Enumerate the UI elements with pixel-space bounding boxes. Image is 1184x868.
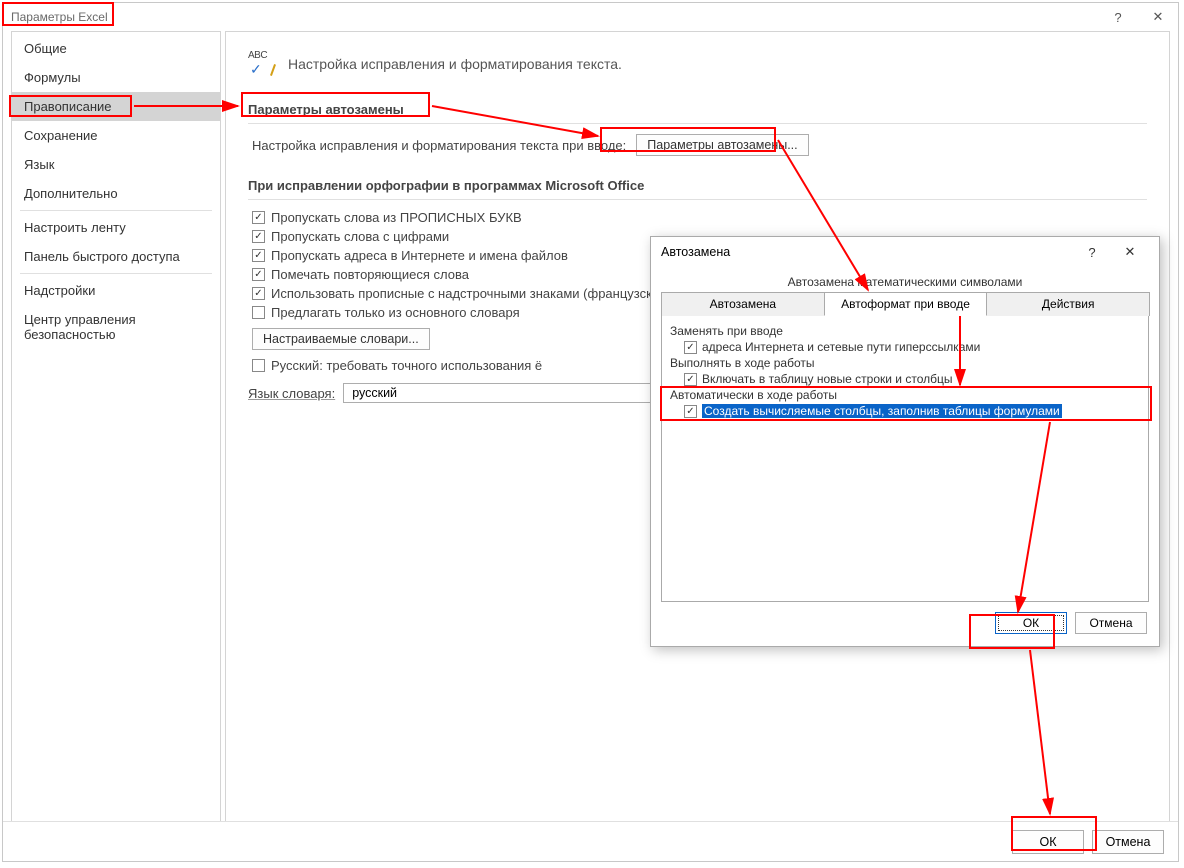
title-bar: Параметры Excel ? ✕ — [3, 3, 1178, 31]
checkbox-icon — [252, 249, 265, 262]
checkbox-icon — [252, 359, 265, 372]
autocorrect-cancel-button[interactable]: Отмена — [1075, 612, 1147, 634]
checkbox-icon — [252, 306, 265, 319]
group-apply-as-you-work: Выполнять в ходе работы — [670, 356, 1140, 370]
checkbox-icon — [684, 373, 697, 386]
checkbox-icon — [252, 268, 265, 281]
autoformat-check[interactable]: Создать вычисляемые столбцы, заполнив та… — [684, 404, 1140, 418]
tab-math-symbols[interactable]: Автозамена математическими символами — [780, 273, 1031, 291]
group-replace-on-type: Заменять при вводе — [670, 324, 1140, 338]
tab[interactable]: Автоформат при вводе — [824, 292, 988, 316]
sidebar-item[interactable]: Язык — [12, 150, 220, 179]
autocorrect-label: Настройка исправления и форматирования т… — [252, 138, 626, 153]
autocorrect-footer: ОК Отмена — [661, 602, 1149, 636]
autocorrect-dialog: Автозамена ? ✕ Автозамена математическим… — [650, 236, 1160, 647]
autocorrect-ok-button[interactable]: ОК — [995, 612, 1067, 634]
sidebar-item[interactable]: Формулы — [12, 63, 220, 92]
autocorrect-tabs: АвтозаменаАвтоформат при вводеДействия — [661, 291, 1149, 316]
tab[interactable]: Действия — [986, 292, 1150, 316]
autoformat-check[interactable]: Включать в таблицу новые строки и столбц… — [684, 372, 1140, 386]
checkbox-icon — [684, 405, 697, 418]
sidebar-item[interactable]: Настроить ленту — [12, 213, 220, 242]
custom-dictionaries-button[interactable]: Настраиваемые словари... — [252, 328, 430, 350]
checkbox-icon — [252, 230, 265, 243]
autocorrect-title: Автозамена — [661, 245, 730, 259]
spelling-check-row[interactable]: Пропускать слова из ПРОПИСНЫХ БУКВ — [252, 210, 1147, 225]
category-sidebar: ОбщиеФормулыПравописаниеСохранениеЯзыкДо… — [11, 31, 221, 823]
help-button[interactable]: ? — [1098, 3, 1138, 31]
heading-text: Настройка исправления и форматирования т… — [288, 56, 622, 72]
spellcheck-icon: ABC ✓ — [248, 50, 276, 78]
autoformat-check[interactable]: адреса Интернета и сетевые пути гиперссы… — [684, 340, 1140, 354]
close-button[interactable]: ✕ — [1138, 3, 1178, 31]
sidebar-item[interactable]: Правописание — [12, 92, 220, 121]
autocorrect-close-button[interactable]: ✕ — [1111, 237, 1149, 267]
window-title: Параметры Excel — [11, 10, 108, 24]
cancel-button[interactable]: Отмена — [1092, 830, 1164, 854]
checkbox-icon — [252, 287, 265, 300]
spelling-section-title: При исправлении орфографии в программах … — [248, 172, 1147, 200]
sidebar-item[interactable]: Общие — [12, 34, 220, 63]
heading-row: ABC ✓ Настройка исправления и форматиров… — [248, 50, 1147, 78]
autocorrect-body: Автозамена математическими символами Авт… — [651, 267, 1159, 646]
sidebar-item[interactable]: Надстройки — [12, 276, 220, 305]
sidebar-item[interactable]: Центр управления безопасностью — [12, 305, 220, 349]
dictionary-language-label: Язык словаря: — [248, 386, 335, 401]
titlebar-controls: ? ✕ — [1098, 3, 1178, 31]
sidebar-item[interactable]: Дополнительно — [12, 179, 220, 208]
autocorrect-row: Настройка исправления и форматирования т… — [252, 134, 1147, 156]
autocorrect-options-button[interactable]: Параметры автозамены... — [636, 134, 808, 156]
group-auto-as-you-work: Автоматически в ходе работы — [670, 388, 1140, 402]
checkbox-icon — [252, 211, 265, 224]
checkbox-icon — [684, 341, 697, 354]
autoformat-pane: Заменять при вводе адреса Интернета и се… — [661, 316, 1149, 602]
sidebar-item[interactable]: Сохранение — [12, 121, 220, 150]
sidebar-item[interactable]: Панель быстрого доступа — [12, 242, 220, 271]
tab[interactable]: Автозамена — [661, 292, 825, 316]
autocorrect-titlebar: Автозамена ? ✕ — [651, 237, 1159, 267]
dialog-footer: ОК Отмена — [3, 821, 1178, 861]
ok-button[interactable]: ОК — [1012, 830, 1084, 854]
autocorrect-help-button[interactable]: ? — [1073, 237, 1111, 267]
autocorrect-section-title: Параметры автозамены — [248, 96, 1147, 124]
